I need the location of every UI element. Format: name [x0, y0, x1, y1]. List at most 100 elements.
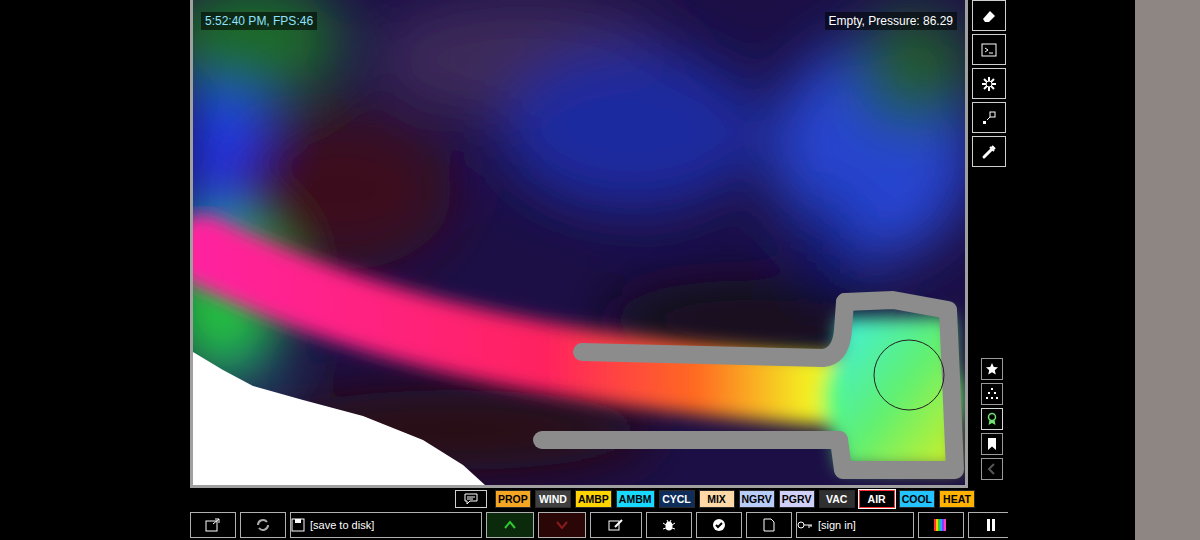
element-button[interactable]: HEAT	[939, 490, 975, 508]
reload-sim-button[interactable]	[972, 102, 1006, 133]
element-label: COOL	[902, 494, 932, 505]
resize-icon	[980, 109, 998, 127]
element-swatch: NGRV	[740, 491, 774, 507]
element-swatch: PGRV	[780, 491, 814, 507]
menu-section-button[interactable]	[981, 383, 1003, 405]
element-swatch: AIR	[860, 491, 894, 507]
pause-icon	[985, 518, 997, 532]
game-window: 5:52:40 PM, FPS:46 Empty, Pressure: 86.2…	[190, 0, 1008, 540]
element-label: HEAT	[943, 494, 971, 505]
wrench-icon	[980, 143, 998, 161]
element-button[interactable]: PGRV	[779, 490, 815, 508]
element-label: CYCL	[662, 494, 691, 505]
ribbon-icon	[985, 412, 999, 426]
menu-section-icon-holder	[984, 461, 1000, 477]
star-icon	[985, 362, 999, 376]
vote-up-button[interactable]	[486, 512, 534, 538]
console-button[interactable]	[972, 34, 1006, 65]
menu-section-button[interactable]	[981, 408, 1003, 430]
reload-button[interactable]	[240, 512, 286, 538]
render-icon	[933, 518, 949, 532]
simulation-render	[193, 0, 965, 485]
document-icon	[763, 518, 775, 532]
element-label: NGRV	[742, 494, 772, 505]
gear-icon	[980, 75, 998, 93]
simulation-canvas[interactable]: 5:52:40 PM, FPS:46 Empty, Pressure: 86.2…	[190, 0, 968, 488]
menu-section-icon-holder	[984, 436, 1000, 452]
menu-section-button[interactable]	[981, 358, 1003, 380]
element-swatch: COOL	[900, 491, 934, 507]
element-button[interactable]: PROP	[495, 490, 531, 508]
eraser-icon	[980, 7, 998, 25]
right-toolbar	[968, 0, 1008, 488]
element-label: AIR	[868, 494, 886, 505]
element-button[interactable]: AMBP	[575, 490, 612, 508]
element-button[interactable]: VAC	[819, 490, 855, 508]
element-label: VAC	[826, 494, 847, 505]
menu-sections	[972, 355, 1008, 488]
element-button[interactable]: AMBM	[616, 490, 655, 508]
clear-button[interactable]	[972, 0, 1006, 31]
element-button[interactable]: AIR	[859, 490, 895, 508]
element-label: PROP	[498, 494, 528, 505]
menu-section-icon-holder	[984, 386, 1000, 402]
up-arrow-icon	[503, 520, 517, 530]
element-swatch: AMBM	[617, 491, 654, 507]
sign-in-label: [sign in]	[813, 517, 856, 534]
bottom-bar: [save to disk] [sign in]	[190, 510, 1008, 538]
element-button[interactable]: WIND	[535, 490, 571, 508]
element-swatch: CYCL	[660, 491, 694, 507]
menu-section-icon-holder	[984, 411, 1000, 427]
sign-in-button[interactable]: [sign in]	[796, 512, 914, 538]
black-gap	[1008, 0, 1135, 540]
floppy-icon	[291, 518, 305, 532]
report-bug-button[interactable]	[646, 512, 692, 538]
vote-down-button[interactable]	[538, 512, 586, 538]
check-icon	[712, 518, 726, 532]
element-label: PGRV	[782, 494, 812, 505]
save-button[interactable]: [save to disk]	[290, 512, 482, 538]
element-swatch: HEAT	[940, 491, 974, 507]
element-button[interactable]: MIX	[699, 490, 735, 508]
powder-dots-icon	[985, 387, 999, 401]
element-label: AMBP	[578, 494, 609, 505]
screen-side-strip	[1135, 0, 1200, 540]
element-swatch: MIX	[700, 491, 734, 507]
bookmark-icon	[985, 437, 999, 451]
left-margin	[0, 0, 190, 540]
element-label: AMBM	[619, 494, 652, 505]
tools-button[interactable]	[972, 136, 1006, 167]
console-icon	[980, 41, 998, 59]
new-sim-button[interactable]	[746, 512, 792, 538]
render-options-button[interactable]	[918, 512, 964, 538]
bug-icon	[662, 518, 676, 532]
element-button[interactable]: COOL	[899, 490, 935, 508]
element-row: PROP WIND AMBP AMBM CYCL MIX NGRV PGRV VAC AIR COO…	[190, 488, 1008, 510]
status-label: Empty, Pressure: 86.29	[825, 12, 958, 30]
down-arrow-icon	[555, 520, 569, 530]
element-label: WIND	[539, 494, 567, 505]
open-button[interactable]	[190, 512, 236, 538]
menu-section-icon-holder	[984, 361, 1000, 377]
menu-section-button[interactable]	[981, 458, 1003, 480]
element-swatch: PROP	[496, 491, 530, 507]
element-swatch: AMBP	[576, 491, 611, 507]
key-icon	[797, 520, 813, 530]
clock-fps-label: 5:52:40 PM, FPS:46	[201, 12, 317, 30]
options-button[interactable]	[696, 512, 742, 538]
save-label: [save to disk]	[305, 517, 374, 534]
tags-button[interactable]	[590, 512, 642, 538]
chat-button[interactable]	[455, 490, 487, 508]
element-swatch: VAC	[820, 491, 854, 507]
element-button[interactable]: NGRV	[739, 490, 775, 508]
tag-icon	[608, 518, 624, 532]
back-arrow-icon	[985, 462, 999, 476]
reload-icon	[255, 518, 271, 532]
speech-bubble-icon	[464, 493, 478, 505]
menu-section-button[interactable]	[981, 433, 1003, 455]
settings-button[interactable]	[972, 68, 1006, 99]
element-swatch: WIND	[536, 491, 570, 507]
element-button[interactable]: CYCL	[659, 490, 695, 508]
open-window-icon	[205, 518, 221, 532]
element-label: MIX	[707, 494, 726, 505]
